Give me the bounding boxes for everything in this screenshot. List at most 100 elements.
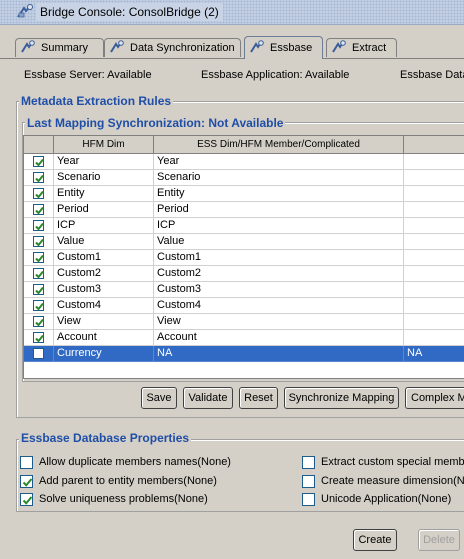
tab-essbase[interactable]: Essbase bbox=[244, 36, 323, 59]
table-row[interactable]: Custom3 Custom3 bbox=[24, 282, 464, 298]
ess-dim-cell[interactable]: View bbox=[154, 314, 404, 330]
row-checkbox[interactable] bbox=[33, 204, 44, 215]
table-row[interactable]: Custom1 Custom1 bbox=[24, 250, 464, 266]
row-checkbox[interactable] bbox=[33, 156, 44, 167]
hfm-dim-cell[interactable]: Custom3 bbox=[54, 282, 154, 298]
extra-cell[interactable] bbox=[404, 266, 464, 282]
extra-cell[interactable] bbox=[404, 234, 464, 250]
hfm-dim-cell[interactable]: Value bbox=[54, 234, 154, 250]
mapping-table[interactable]: HFM Dim ESS Dim/HFM Member/Complicated Y… bbox=[23, 135, 464, 379]
row-checkbox[interactable] bbox=[33, 172, 44, 183]
add-parent-to-entity-option[interactable]: Add parent to entity members(None) bbox=[20, 473, 217, 489]
ess-dim-cell[interactable]: ICP bbox=[154, 218, 404, 234]
ess-dim-cell[interactable]: Account bbox=[154, 330, 404, 346]
reset-button[interactable]: Reset bbox=[239, 387, 278, 409]
column-header-hfm-dim[interactable]: HFM Dim bbox=[54, 136, 154, 154]
table-row[interactable]: Year Year bbox=[24, 154, 464, 170]
extra-cell[interactable] bbox=[404, 202, 464, 218]
unicode-application-checkbox[interactable] bbox=[302, 492, 315, 506]
extra-cell[interactable] bbox=[404, 298, 464, 314]
extra-cell[interactable] bbox=[404, 154, 464, 170]
row-checkbox-cell bbox=[24, 266, 54, 282]
row-checkbox[interactable] bbox=[33, 268, 44, 279]
extra-cell[interactable] bbox=[404, 218, 464, 234]
row-checkbox[interactable] bbox=[33, 300, 44, 311]
table-row[interactable]: Custom4 Custom4 bbox=[24, 298, 464, 314]
hfm-dim-cell[interactable]: Currency bbox=[54, 346, 154, 362]
create-measure-dimension-checkbox[interactable] bbox=[302, 474, 315, 488]
ess-dim-cell[interactable]: Entity bbox=[154, 186, 404, 202]
row-checkbox[interactable] bbox=[33, 332, 44, 343]
extra-cell[interactable] bbox=[404, 282, 464, 298]
row-checkbox[interactable] bbox=[33, 252, 44, 263]
complex-mapping-button[interactable]: Complex Ma bbox=[405, 387, 464, 409]
table-row[interactable]: Custom2 Custom2 bbox=[24, 266, 464, 282]
tab-extract[interactable]: Extract bbox=[326, 38, 397, 57]
row-checkbox-cell bbox=[24, 186, 54, 202]
solve-uniqueness-problems-option[interactable]: Solve uniqueness problems(None) bbox=[20, 491, 208, 507]
hfm-dim-cell[interactable]: Period bbox=[54, 202, 154, 218]
ess-dim-cell[interactable]: Custom1 bbox=[154, 250, 404, 266]
row-checkbox-cell bbox=[24, 282, 54, 298]
save-button[interactable]: Save bbox=[141, 387, 177, 409]
table-row[interactable]: Value Value bbox=[24, 234, 464, 250]
hfm-dim-cell[interactable]: ICP bbox=[54, 218, 154, 234]
ess-dim-cell[interactable]: Year bbox=[154, 154, 404, 170]
gear-icon bbox=[109, 39, 125, 57]
row-checkbox[interactable] bbox=[33, 220, 44, 231]
tab-summary[interactable]: Summary bbox=[15, 38, 104, 57]
ess-dim-cell[interactable]: Custom3 bbox=[154, 282, 404, 298]
hfm-dim-cell[interactable]: Custom4 bbox=[54, 298, 154, 314]
row-checkbox[interactable] bbox=[33, 188, 44, 199]
extract-custom-special-members-option[interactable]: Extract custom special membe bbox=[302, 454, 464, 470]
delete-button[interactable]: Delete bbox=[418, 529, 460, 551]
create-measure-dimension-option[interactable]: Create measure dimension(None bbox=[302, 473, 464, 489]
allow-duplicate-members-option[interactable]: Allow duplicate members names(None) bbox=[20, 454, 231, 470]
row-checkbox[interactable] bbox=[33, 348, 44, 359]
extract-custom-special-members-checkbox[interactable] bbox=[302, 455, 315, 469]
ess-dim-cell[interactable]: Custom2 bbox=[154, 266, 404, 282]
table-row[interactable]: Currency NA NA bbox=[24, 346, 464, 362]
row-checkbox[interactable] bbox=[33, 316, 44, 327]
extra-cell[interactable]: NA bbox=[404, 346, 464, 362]
ess-dim-cell[interactable]: Custom4 bbox=[154, 298, 404, 314]
table-row[interactable]: View View bbox=[24, 314, 464, 330]
column-header-extra[interactable] bbox=[404, 136, 464, 154]
bridge-console-icon bbox=[17, 4, 33, 21]
add-parent-to-entity-checkbox[interactable] bbox=[20, 474, 33, 488]
table-row[interactable]: Entity Entity bbox=[24, 186, 464, 202]
hfm-dim-cell[interactable]: Year bbox=[54, 154, 154, 170]
synchronize-mapping-button[interactable]: Synchronize Mapping bbox=[284, 387, 399, 409]
validate-button[interactable]: Validate bbox=[183, 387, 233, 409]
hfm-dim-cell[interactable]: Custom2 bbox=[54, 266, 154, 282]
hfm-dim-cell[interactable]: View bbox=[54, 314, 154, 330]
row-checkbox-cell bbox=[24, 250, 54, 266]
check-mark-icon bbox=[35, 334, 44, 343]
row-checkbox[interactable] bbox=[33, 284, 44, 295]
unicode-application-option[interactable]: Unicode Application(None) bbox=[302, 491, 451, 507]
extra-cell[interactable] bbox=[404, 314, 464, 330]
ess-dim-cell[interactable]: Period bbox=[154, 202, 404, 218]
allow-duplicate-members-checkbox[interactable] bbox=[20, 455, 33, 469]
create-button[interactable]: Create bbox=[353, 529, 397, 551]
table-row[interactable]: Period Period bbox=[24, 202, 464, 218]
hfm-dim-cell[interactable]: Scenario bbox=[54, 170, 154, 186]
row-checkbox-cell bbox=[24, 154, 54, 170]
extra-cell[interactable] bbox=[404, 170, 464, 186]
hfm-dim-cell[interactable]: Entity bbox=[54, 186, 154, 202]
row-checkbox[interactable] bbox=[33, 236, 44, 247]
extra-cell[interactable] bbox=[404, 330, 464, 346]
ess-dim-cell[interactable]: Value bbox=[154, 234, 404, 250]
table-row[interactable]: ICP ICP bbox=[24, 218, 464, 234]
ess-dim-cell[interactable]: NA bbox=[154, 346, 404, 362]
hfm-dim-cell[interactable]: Custom1 bbox=[54, 250, 154, 266]
solve-uniqueness-problems-checkbox[interactable] bbox=[20, 492, 33, 506]
ess-dim-cell[interactable]: Scenario bbox=[154, 170, 404, 186]
column-header-ess-dim[interactable]: ESS Dim/HFM Member/Complicated bbox=[154, 136, 404, 154]
tab-data-synchronization[interactable]: Data Synchronization bbox=[104, 38, 241, 57]
table-row[interactable]: Account Account bbox=[24, 330, 464, 346]
extra-cell[interactable] bbox=[404, 186, 464, 202]
table-row[interactable]: Scenario Scenario bbox=[24, 170, 464, 186]
hfm-dim-cell[interactable]: Account bbox=[54, 330, 154, 346]
extra-cell[interactable] bbox=[404, 250, 464, 266]
